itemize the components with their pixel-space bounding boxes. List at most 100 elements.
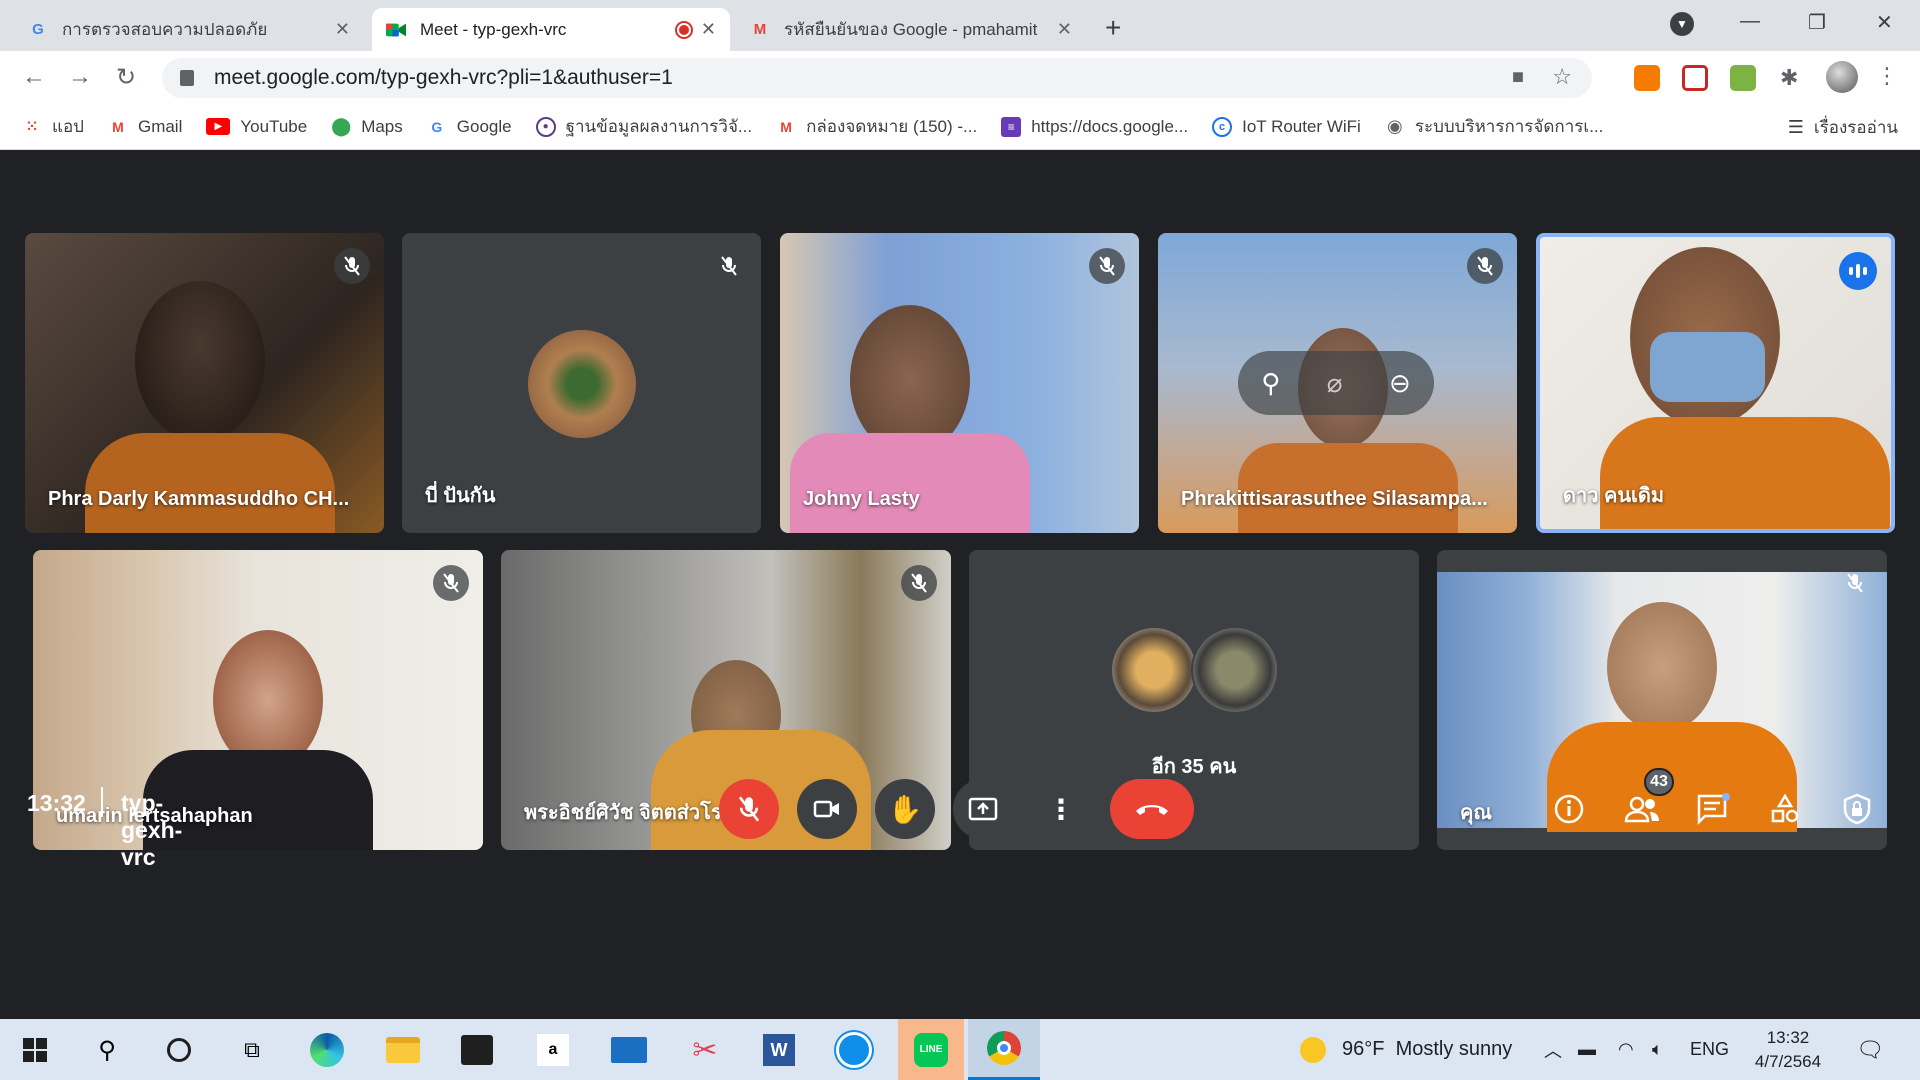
search-icon[interactable]: ⚲ — [86, 1029, 128, 1071]
bookmark-gmail[interactable]: M Gmail — [108, 117, 182, 137]
close-icon[interactable]: ✕ — [701, 19, 716, 40]
bookmark-label: ระบบบริหารการจัดการเ... — [1414, 117, 1604, 136]
kebab-menu-icon[interactable]: ⋮ — [1876, 63, 1898, 89]
leave-call-button[interactable] — [1110, 779, 1194, 839]
bookmark-maps[interactable]: ⬤ Maps — [331, 116, 403, 137]
url-text: meet.google.com/typ-gexh-vrc?pli=1&authu… — [214, 66, 673, 89]
participant-tile[interactable]: Phra Darly Kammasuddho CH... — [25, 233, 384, 533]
host-controls-button[interactable] — [1835, 787, 1879, 831]
close-window-icon[interactable]: ✕ — [1876, 10, 1893, 35]
tab-security-check[interactable]: G การตรวจสอบความปลอดภัย ✕ — [14, 8, 364, 51]
restore-icon[interactable]: ❐ — [1808, 10, 1826, 35]
mail-icon[interactable] — [608, 1029, 650, 1071]
tile-hover-controls: ⚲ ⌀ ⊖ — [1238, 351, 1434, 415]
avatar[interactable] — [1826, 61, 1858, 93]
tab-meet[interactable]: Meet - typ-gexh-vrc ✕ — [372, 8, 730, 51]
reading-list-icon: ☰ — [1787, 116, 1804, 137]
reading-list-button[interactable]: ☰ เรื่องรออ่าน — [1788, 104, 1898, 150]
more-options-button[interactable]: ⋮ — [1031, 779, 1091, 839]
close-icon[interactable]: ✕ — [1057, 19, 1072, 40]
extension-green-icon[interactable] — [1730, 65, 1756, 91]
camera-icon — [813, 800, 839, 818]
meet-icon — [386, 20, 406, 40]
recording-indicator-icon — [676, 22, 691, 37]
url-bar[interactable]: meet.google.com/typ-gexh-vrc?pli=1&authu… — [162, 58, 1592, 98]
participant-tile[interactable]: ⚲ ⌀ ⊖ Phrakittisarasuthee Silasampa... — [1158, 233, 1517, 533]
meet-grid: Phra Darly Kammasuddho CH... บี่ ปันกัน … — [0, 151, 1920, 1019]
tab-gmail[interactable]: M รหัสยืนยันของ Google - pmahamit ✕ — [736, 8, 1086, 51]
participant-name: Johny Lasty — [803, 488, 920, 510]
volume-icon[interactable]: 🔈︎ — [1652, 1019, 1663, 1080]
activities-button[interactable] — [1763, 787, 1807, 831]
tray-chevron-icon[interactable]: ︿ — [1544, 1019, 1562, 1080]
bookmark-label: IoT Router WiFi — [1242, 116, 1361, 136]
line-app-icon[interactable]: LINE — [898, 1019, 964, 1080]
back-arrow-icon[interactable]: ← — [22, 63, 46, 91]
amazon-icon[interactable]: a — [532, 1029, 574, 1071]
new-tab-button[interactable]: + — [1105, 12, 1121, 44]
raise-hand-button[interactable]: ✋ — [875, 779, 935, 839]
mute-participant-icon[interactable]: ⌀ — [1327, 368, 1343, 399]
divider — [101, 787, 103, 817]
mic-toggle-button[interactable] — [719, 779, 779, 839]
mic-off-icon — [433, 565, 469, 601]
weather-widget[interactable]: 96°F Mostly sunny — [1300, 1019, 1512, 1080]
star-icon[interactable]: ☆ — [1552, 64, 1572, 90]
present-screen-button[interactable] — [953, 779, 1013, 839]
participant-name: ดาว คนเดิม — [1563, 485, 1665, 507]
present-icon — [968, 797, 998, 821]
tab-search-icon[interactable]: ▼ — [1670, 12, 1694, 36]
google-g-icon: G — [32, 21, 44, 38]
battery-icon[interactable]: ▬ — [1578, 1019, 1596, 1080]
extension-bag-icon[interactable] — [1634, 65, 1660, 91]
snip-tool-icon[interactable]: ✂ — [684, 1029, 726, 1071]
store-icon[interactable] — [456, 1029, 498, 1071]
language-indicator[interactable]: ENG — [1690, 1019, 1729, 1080]
bookmark-management[interactable]: ◉ ระบบบริหารการจัดการเ... — [1385, 113, 1604, 140]
mic-off-icon — [711, 248, 747, 284]
meeting-details-button[interactable] — [1547, 787, 1591, 831]
chat-button[interactable] — [1691, 787, 1735, 831]
tab-title: Meet - typ-gexh-vrc — [420, 19, 567, 39]
teamviewer-icon[interactable] — [833, 1029, 875, 1071]
extension-shield-icon[interactable] — [1682, 65, 1708, 91]
forward-arrow-icon[interactable]: → — [68, 63, 92, 91]
close-icon[interactable]: ✕ — [335, 19, 350, 40]
file-explorer-icon[interactable] — [382, 1029, 424, 1071]
participant-name: Phra Darly Kammasuddho CH... — [48, 488, 350, 510]
word-icon[interactable]: W — [758, 1029, 800, 1071]
language-label: ENG — [1690, 1039, 1730, 1059]
participant-tile-active-speaker[interactable]: ดาว คนเดิม — [1536, 233, 1895, 533]
cortana-icon[interactable] — [158, 1029, 200, 1071]
bookmark-research-db[interactable]: ● ฐานข้อมูลผลงานการวิจั... — [535, 113, 752, 140]
remove-icon[interactable]: ⊖ — [1389, 368, 1411, 399]
bookmark-google[interactable]: G Google — [427, 117, 511, 137]
pin-icon[interactable]: ⚲ — [1261, 368, 1280, 399]
chrome-icon[interactable] — [968, 1019, 1040, 1080]
participant-tile[interactable]: บี่ ปันกัน — [402, 233, 761, 533]
bookmark-inbox[interactable]: M กล่องจดหมาย (150) -... — [776, 113, 977, 140]
puzzle-icon[interactable]: ✱ — [1780, 65, 1806, 91]
gmail-icon: M — [753, 21, 767, 38]
bookmark-docs[interactable]: ≡ https://docs.google... — [1001, 116, 1188, 137]
notification-icon[interactable]: 🗨︎ — [1856, 1019, 1884, 1080]
system-clock[interactable]: 13:32 4/7/2564 — [1748, 1019, 1828, 1080]
participant-name: บี่ ปันกัน — [425, 485, 496, 507]
windows-start-icon[interactable] — [14, 1029, 56, 1071]
people-icon — [1624, 796, 1659, 823]
bookmark-apps[interactable]: ⁙ แอป — [22, 113, 84, 140]
bookmark-iot-router[interactable]: c IoT Router WiFi — [1212, 116, 1361, 137]
maps-pin-icon: ⬤ — [331, 116, 352, 136]
mic-off-icon — [1089, 248, 1125, 284]
participant-tile[interactable]: Johny Lasty — [780, 233, 1139, 533]
reload-icon[interactable]: ↻ — [116, 63, 136, 92]
task-view-icon[interactable]: ⧉ — [231, 1029, 273, 1071]
minimize-icon[interactable]: — — [1740, 10, 1760, 33]
bookmark-youtube[interactable]: ▶ YouTube — [206, 117, 307, 137]
camera-icon[interactable]: ■ — [1512, 66, 1524, 89]
edge-icon[interactable] — [306, 1029, 348, 1071]
mic-off-icon — [901, 565, 937, 601]
sun-icon — [1300, 1036, 1326, 1063]
camera-toggle-button[interactable] — [797, 779, 857, 839]
wifi-icon[interactable]: ◠ — [1618, 1019, 1634, 1080]
